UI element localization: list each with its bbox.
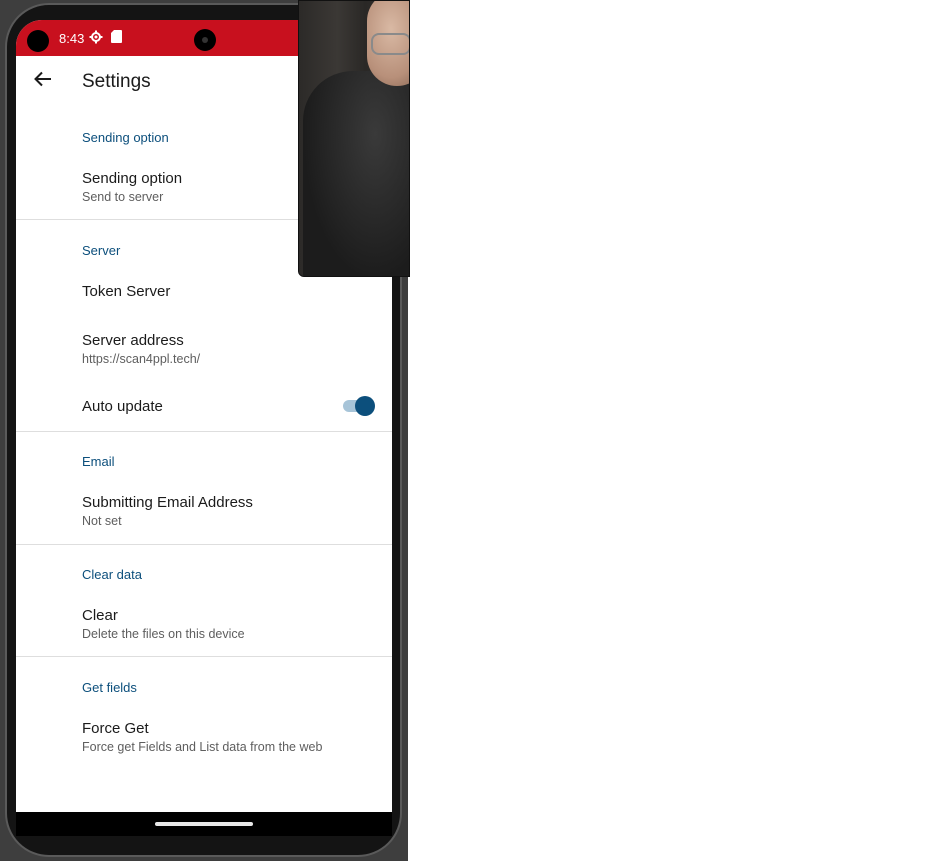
auto-update-toggle[interactable] <box>343 395 375 417</box>
pref-summary: Delete the files on this device <box>82 627 245 641</box>
pref-title: Force Get <box>82 720 149 737</box>
status-time: 8:43 <box>59 31 85 46</box>
divider <box>16 431 392 432</box>
pip-video-window[interactable] <box>298 0 410 277</box>
pref-title: Clear <box>82 607 118 624</box>
back-arrow-icon <box>34 71 52 92</box>
pref-summary: Send to server <box>82 190 164 204</box>
category-header-get-fields: Get fields <box>82 680 137 695</box>
pref-summary: Force get Fields and List data from the … <box>82 740 323 754</box>
category-header-sending-option: Sending option <box>82 130 169 145</box>
back-button[interactable] <box>28 66 58 96</box>
category-header-clear-data: Clear data <box>82 567 142 582</box>
pref-title: Sending option <box>82 170 183 187</box>
sd-card-icon <box>111 30 122 46</box>
divider <box>16 656 392 657</box>
toggle-thumb <box>355 396 375 416</box>
pip-person-glasses <box>371 33 409 55</box>
divider <box>16 544 392 545</box>
navigation-bar <box>16 812 392 836</box>
pref-title: Submitting Email Address <box>82 494 253 511</box>
pref-title: Auto update <box>82 398 163 415</box>
home-indicator[interactable] <box>155 822 253 826</box>
pref-title: Server address <box>82 332 184 349</box>
page-title: Settings <box>82 71 151 92</box>
front-camera <box>194 29 216 51</box>
pip-person-body <box>303 71 409 276</box>
category-header-server: Server <box>82 243 121 258</box>
pref-title: Token Server <box>82 283 171 300</box>
category-header-email: Email <box>82 454 115 469</box>
pref-summary: https://scan4ppl.tech/ <box>82 352 201 366</box>
camera-cutout <box>27 30 49 52</box>
settings-icon <box>89 30 103 47</box>
pref-summary: Not set <box>82 514 122 528</box>
